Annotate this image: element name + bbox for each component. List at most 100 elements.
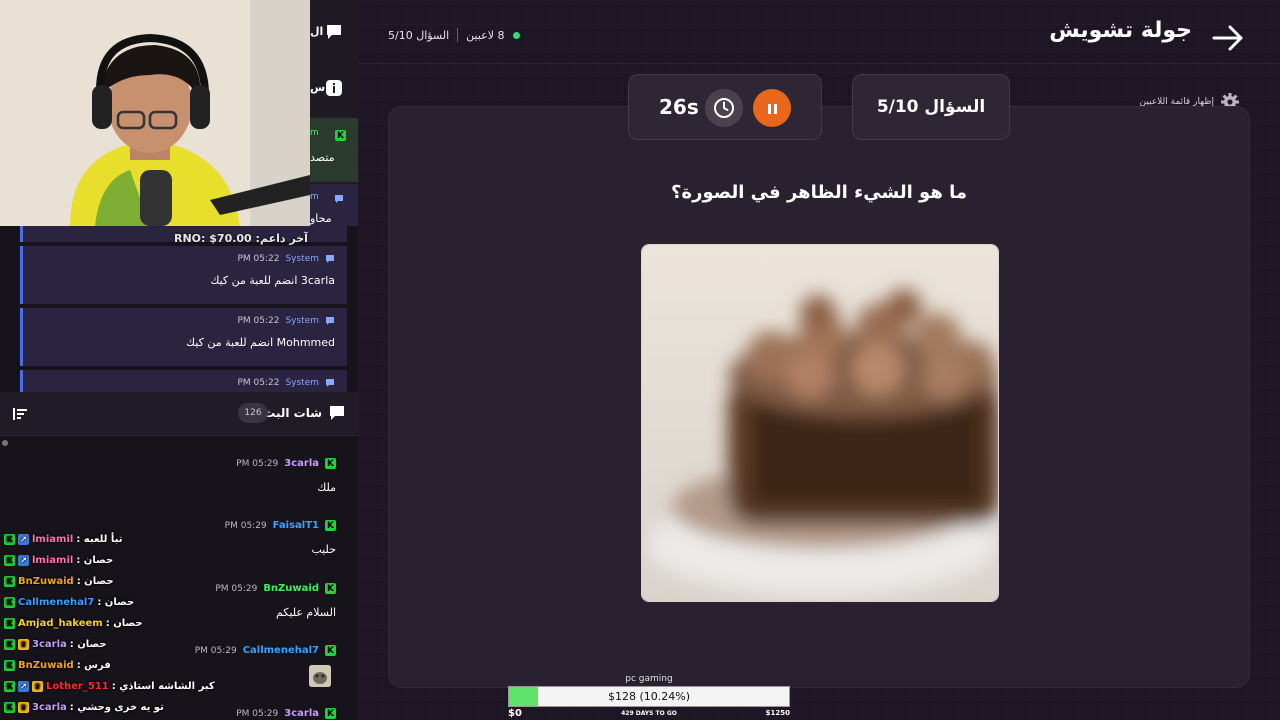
pause-button[interactable] [753,89,791,127]
kick-badge-icon: K [4,639,15,650]
message-username[interactable]: 3carla [284,458,319,469]
message-time: PM 05:22 [237,316,280,326]
game-status: السؤال 5/10 8 لاعبين [388,28,520,42]
overlay-username: Callmenehal7 [18,597,95,608]
webcam-feed [0,0,310,226]
system-bubble-icon [326,317,334,325]
message-username[interactable]: FaisalT1 [273,520,319,531]
pinned-panel: ال س m K متصد m محاو [310,0,358,226]
overlay-message: K Amjad_hakeem : حصان [4,618,143,629]
viewer-count-badge: 126 [238,403,268,423]
overlay-message: K ↗ lmiamil : حصان [4,555,113,566]
overlay-message: K BnZuwaid : حصان [4,576,114,587]
system-message: PM 05:22 System Mohmmed انضم للعبة من كيك [20,308,347,366]
kick-badge-icon: K [4,702,15,713]
overlay-username: Amjad_hakeem [18,618,103,629]
chat-column: ال س m K متصد m محاو PM 05:22 System 3car… [0,0,358,720]
overlay-text: : حصان [97,597,135,608]
round-title: جولة تشويش [1049,18,1192,43]
system-messages: PM 05:22 System 3carla انضم للعبة من كيك … [0,226,358,392]
crown-badge-icon: ♛ [18,639,29,650]
kick-badge-icon: K [325,458,336,469]
overlay-text: : حصان [76,576,114,587]
pinned-message-2: m محاو [310,184,358,226]
message-username[interactable]: BnZuwaid [263,583,319,594]
kick-badge-icon: K [325,708,336,719]
overlay-text: : حصان [105,618,143,629]
message-text: السلام عليكم [275,606,336,619]
kick-badge-icon: K [4,534,15,545]
message-username[interactable]: Callmenehal7 [243,645,319,656]
chat-title: شات البث [263,406,322,420]
overlay-text: : حصان [76,555,114,566]
kick-badge-icon: K [4,597,15,608]
message-time: PM 05:29 [215,583,258,594]
chat-header: شات البث [0,392,358,436]
kick-badge-icon: K [4,618,15,629]
question-counter: السؤال 5/10 [388,28,450,42]
divider [457,28,459,42]
loading-dot [2,440,8,446]
overlay-username: 3carla [32,639,67,650]
kick-badge-icon: K [4,681,15,692]
crown-badge-icon: ♛ [18,702,29,713]
chat-bubble-icon [330,406,344,420]
overlay-message: K BnZuwaid : فرس [4,660,111,671]
overlay-text: : كبر الشاشه استاذي [111,681,215,692]
message-username[interactable]: 3carla [284,708,319,719]
message-time: PM 05:29 [236,458,279,469]
message-author: System [285,316,319,326]
message-text: ملك [317,481,336,494]
system-bubble-icon [326,379,334,387]
kick-badge-icon: K [4,660,15,671]
donation-goal: pc gaming $128 (10.24%) $0 429 DAYS TO G… [508,673,790,720]
question-number-box: السؤال 5/10 [852,74,1010,140]
menu-icon[interactable] [12,406,28,422]
kick-badge-icon: K [325,583,336,594]
timer-value: 26s [659,95,699,119]
game-topbar: جولة تشويش السؤال 5/10 8 لاعبين [358,0,1280,64]
sticker-image [309,665,331,687]
sub-badge-icon: ↗ [18,534,29,545]
game-panel: جولة تشويش السؤال 5/10 8 لاعبين إظهار قا… [358,0,1280,720]
message-time: PM 05:22 [237,378,280,388]
players-count: 8 لاعبين [466,28,505,42]
overlay-username: 3carla [32,702,67,713]
arrow-right-icon[interactable] [1210,20,1246,56]
info-icon [326,80,342,96]
overlay-message: K ♛ 3carla : حصان [4,639,107,650]
overlay-text: : فرس [76,660,111,671]
overlay-message: K ♛ 3carla : تو يه خرى وحشي [4,702,164,713]
message-author: System [285,378,319,388]
overlay-username: lmiamil [32,534,74,545]
system-bubble-icon [326,255,334,263]
kick-badge-icon: K [325,520,336,531]
overlay-username: Lother_511 [46,681,109,692]
blurred-question-image [641,244,999,602]
kick-badge-icon: K [325,645,336,656]
message-time: PM 05:29 [224,520,267,531]
goal-max: $1250 [765,709,790,717]
message-time: PM 05:29 [194,645,237,656]
stream-layout: جولة تشويش السؤال 5/10 8 لاعبين إظهار قا… [0,0,1280,720]
pinned-message-1: m K متصد [310,118,358,182]
overlay-text: : تبأ للعبه [76,534,123,545]
last-donor: آخر داعم: RNO: $70.00 [174,232,308,245]
goal-title: pc gaming [625,674,673,684]
overlay-message: K ↗ lmiamil : تبأ للعبه [4,534,123,545]
goal-progress-text: $128 (10.24%) [607,690,691,703]
overlay-username: lmiamil [32,555,74,566]
overlay-username: BnZuwaid [18,576,74,587]
clock-icon [705,89,743,127]
system-bubble-icon [335,195,343,203]
question-text: ما هو الشيء الظاهر في الصورة؟ [671,182,967,203]
chat-bubble-icon [327,25,341,39]
system-message: PM 05:22 System [20,370,347,392]
overlay-message: K ↗ ♛ Lother_511 : كبر الشاشه استاذي [4,681,215,692]
online-dot-icon [512,31,520,39]
message-time: PM 05:29 [236,708,279,719]
sub-badge-icon: ↗ [18,681,29,692]
goal-days-left: 429 DAYS TO GO [621,710,677,717]
overlay-message: K Callmenehal7 : حصان [4,597,134,608]
overlay-username: BnZuwaid [18,660,74,671]
